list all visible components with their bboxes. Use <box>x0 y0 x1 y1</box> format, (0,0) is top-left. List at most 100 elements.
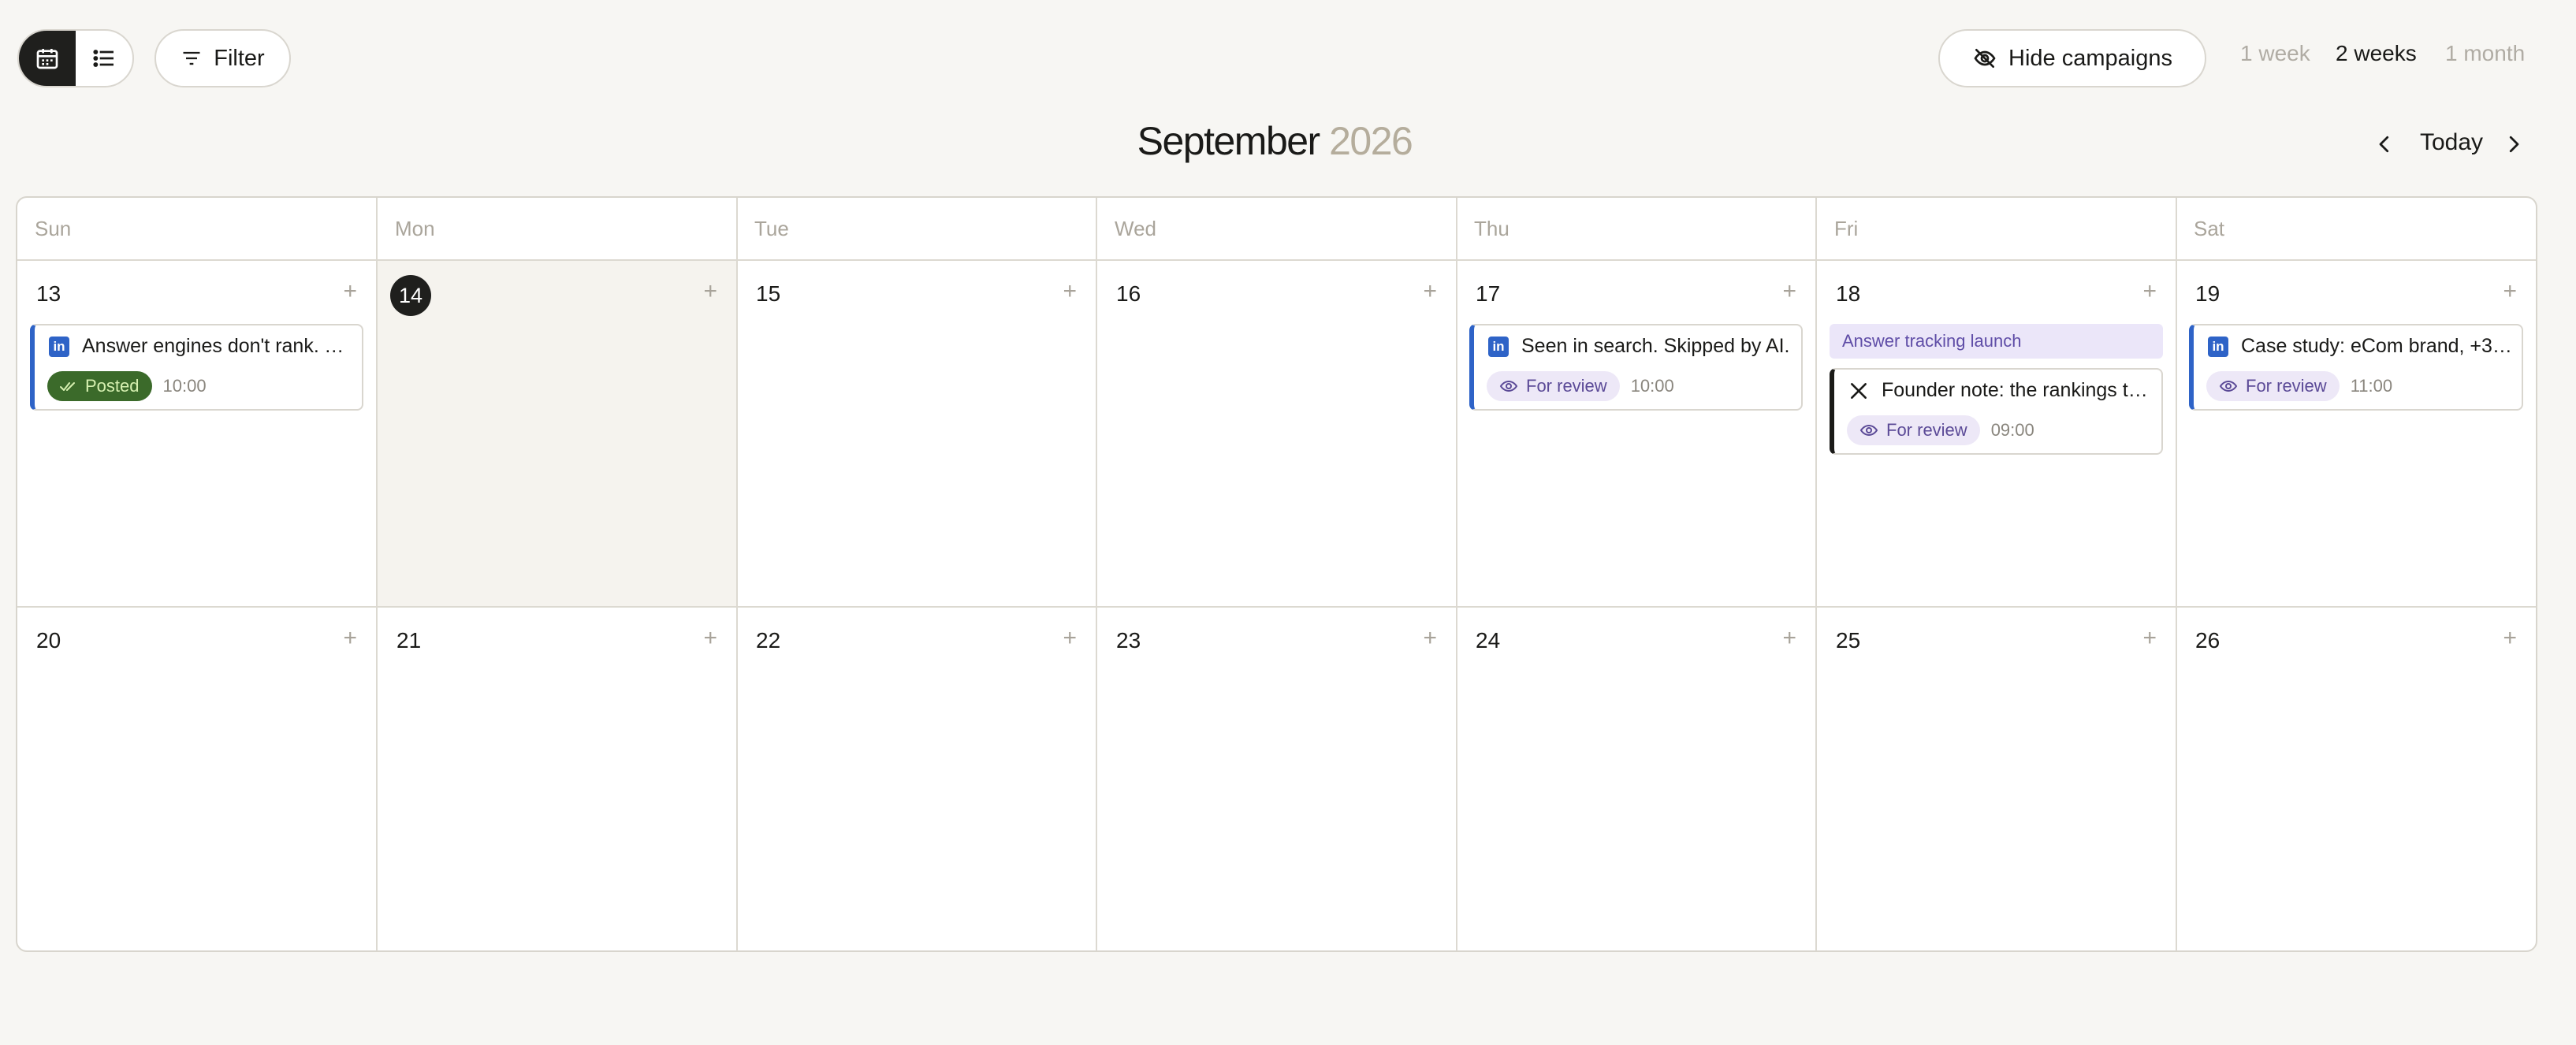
calendar-view-button[interactable] <box>19 31 76 86</box>
day-number: 20 <box>36 628 61 653</box>
post-card[interactable]: in Answer engines don't rank. Th... Post… <box>30 324 363 411</box>
post-card[interactable]: in Case study: eCom brand, +38... For re… <box>2189 324 2523 411</box>
range-1-month[interactable]: 1 month <box>2445 41 2525 66</box>
day-number: 18 <box>1836 281 1861 306</box>
hide-campaigns-label: Hide campaigns <box>2008 45 2172 71</box>
add-post-button[interactable]: + <box>1782 627 1796 650</box>
day-number: 13 <box>36 281 61 306</box>
day-cell[interactable]: 18 + Answer tracking launch Founder note… <box>1817 261 2176 606</box>
filter-label: Filter <box>214 45 265 71</box>
hide-campaigns-button[interactable]: Hide campaigns <box>1938 29 2206 87</box>
status-badge: For review <box>1487 371 1620 401</box>
day-number: 17 <box>1476 281 1501 306</box>
day-cell[interactable]: 13 + in Answer engines don't rank. Th...… <box>17 261 376 606</box>
eye-icon <box>1859 424 1878 437</box>
day-number: 25 <box>1836 628 1861 653</box>
list-view-button[interactable] <box>76 31 132 86</box>
add-post-button[interactable]: + <box>2142 627 2157 650</box>
toolbar: Filter Hide campaigns 1 week 2 weeks 1 m… <box>0 0 2576 118</box>
campaign-bar[interactable]: Answer tracking launch <box>1830 324 2163 359</box>
day-cell[interactable]: 16 + <box>1097 261 1456 606</box>
status-label: Posted <box>85 376 140 396</box>
weekday-tue: Tue <box>754 217 789 240</box>
weekday-wed: Wed <box>1115 217 1156 240</box>
post-title: Founder note: the rankings trap <box>1882 379 2153 401</box>
eye-icon <box>1499 380 1518 392</box>
day-number: 24 <box>1476 628 1501 653</box>
day-cell[interactable]: 24 + <box>1457 608 1815 950</box>
weekday-mon: Mon <box>395 217 435 240</box>
status-badge: Posted <box>47 371 152 401</box>
filter-button[interactable]: Filter <box>154 29 291 87</box>
status-label: For review <box>1886 420 1967 440</box>
weekday-fri: Fri <box>1834 217 1859 240</box>
current-day-number: 14 <box>390 275 431 316</box>
day-cell[interactable]: 15 + <box>737 261 1096 606</box>
status-badge: For review <box>2206 371 2340 401</box>
add-post-button[interactable]: + <box>343 280 357 303</box>
filter-icon <box>183 51 200 65</box>
add-post-button[interactable]: + <box>703 280 717 303</box>
chevron-left-icon <box>2379 136 2389 153</box>
day-number: 21 <box>396 628 422 653</box>
add-post-button[interactable]: + <box>1063 280 1077 303</box>
day-cell[interactable]: 26 + <box>2176 608 2536 950</box>
prev-period-button[interactable] <box>2373 125 2396 164</box>
post-time: 09:00 <box>1990 420 2034 440</box>
add-post-button[interactable]: + <box>1423 627 1437 650</box>
chevron-right-icon <box>2509 136 2519 153</box>
add-post-button[interactable]: + <box>2503 280 2517 303</box>
add-post-button[interactable]: + <box>703 627 717 650</box>
weekday-thu: Thu <box>1474 217 1509 240</box>
day-number: 15 <box>756 281 781 306</box>
day-cell[interactable]: 14 + <box>378 261 736 606</box>
double-check-icon <box>60 382 75 391</box>
range-1-week[interactable]: 1 week <box>2240 41 2310 66</box>
today-button[interactable]: Today <box>2420 129 2483 156</box>
view-toggle <box>17 29 134 87</box>
day-cell[interactable]: 21 + <box>378 608 736 950</box>
post-card[interactable]: in Seen in search. Skipped by AI. For re… <box>1469 324 1803 411</box>
linkedin-icon: in <box>2208 336 2228 357</box>
add-post-button[interactable]: + <box>1782 280 1796 303</box>
year-label: 2026 <box>1329 119 1413 163</box>
day-cell[interactable]: 25 + <box>1817 608 2176 950</box>
calendar-icon <box>36 49 58 69</box>
weekday-sun: Sun <box>35 217 72 240</box>
range-2-weeks[interactable]: 2 weeks <box>2336 41 2417 66</box>
day-cell[interactable]: 22 + <box>737 608 1096 950</box>
post-time: 10:00 <box>1630 376 1674 396</box>
day-cell[interactable]: 19 + in Case study: eCom brand, +38... F… <box>2176 261 2536 606</box>
weekday-sat: Sat <box>2194 217 2225 240</box>
day-number: 19 <box>2195 281 2220 306</box>
eye-off-icon <box>1974 49 1996 68</box>
post-title: Case study: eCom brand, +38... <box>2241 335 2514 357</box>
add-post-button[interactable]: + <box>1063 627 1077 650</box>
x-logo-icon <box>1851 382 1867 399</box>
add-post-button[interactable]: + <box>2142 280 2157 303</box>
day-number: 16 <box>1116 281 1141 306</box>
calendar-grid: Sun Mon Tue Wed Thu Fri Sat 13 + in Answ… <box>16 196 2537 952</box>
day-cell[interactable]: 23 + <box>1097 608 1456 950</box>
status-badge: For review <box>1847 415 1980 445</box>
status-label: For review <box>1526 376 1607 396</box>
add-post-button[interactable]: + <box>2503 627 2517 650</box>
day-number: 26 <box>2195 628 2220 653</box>
post-title: Seen in search. Skipped by AI. <box>1521 335 1790 357</box>
eye-icon <box>2219 380 2238 392</box>
page-title: September 2026 <box>0 118 2549 173</box>
month-label: September <box>1137 119 1321 163</box>
weekday-header: Sun Mon Tue Wed Thu Fri Sat <box>17 198 2536 261</box>
day-number: 23 <box>1116 628 1141 653</box>
linkedin-icon: in <box>49 336 69 357</box>
status-label: For review <box>2246 376 2327 396</box>
add-post-button[interactable]: + <box>343 627 357 650</box>
day-cell[interactable]: 17 + in Seen in search. Skipped by AI. F… <box>1457 261 1815 606</box>
post-time: 11:00 <box>2350 376 2393 396</box>
add-post-button[interactable]: + <box>1423 280 1437 303</box>
post-title: Answer engines don't rank. Th... <box>82 335 354 357</box>
post-card[interactable]: Founder note: the rankings trap For revi… <box>1830 368 2163 455</box>
next-period-button[interactable] <box>2502 125 2526 164</box>
day-cell[interactable]: 20 + <box>17 608 376 950</box>
post-time: 10:00 <box>162 376 207 396</box>
